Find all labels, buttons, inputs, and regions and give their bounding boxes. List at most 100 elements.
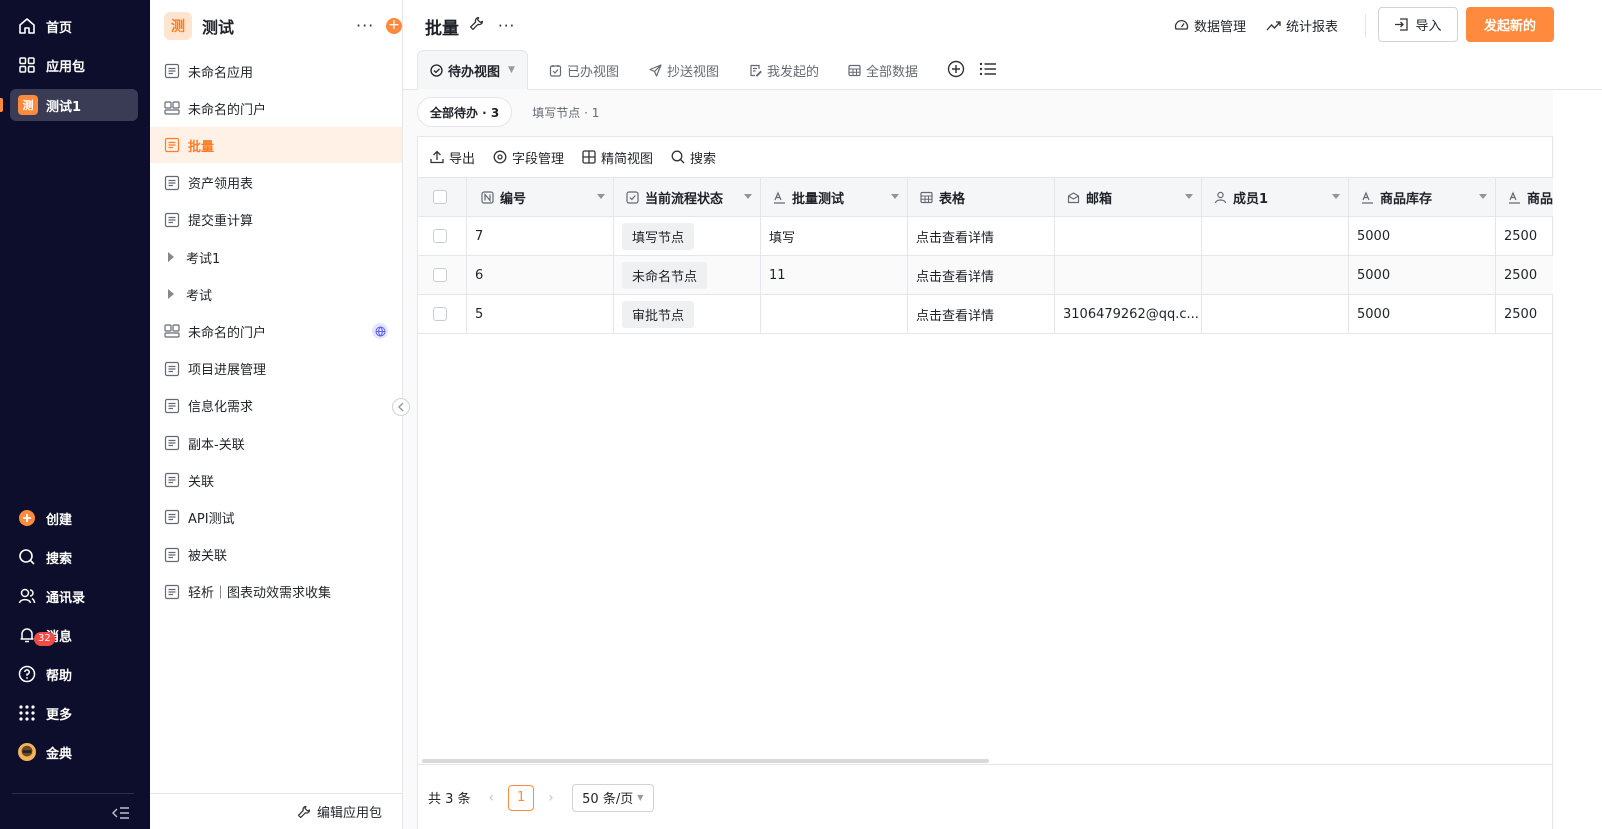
- table-cell-id[interactable]: 7: [467, 217, 614, 255]
- table-cell-goods[interactable]: 2500: [1496, 295, 1554, 333]
- sidebar-item[interactable]: API测试: [150, 499, 402, 535]
- sidebar-item[interactable]: 未命名的门户: [150, 90, 402, 126]
- table-cell-status[interactable]: 未命名节点: [614, 256, 761, 294]
- table-cell-email[interactable]: [1055, 256, 1202, 294]
- select-all-checkbox[interactable]: [418, 178, 467, 216]
- table-cell-table[interactable]: 点击查看详情: [908, 256, 1055, 294]
- sidebar-item[interactable]: 资产领用表: [150, 165, 402, 201]
- table-cell-batch[interactable]: 11: [761, 256, 908, 294]
- table-cell-id[interactable]: 5: [467, 295, 614, 333]
- nav-create[interactable]: 创建: [10, 502, 138, 534]
- export-button[interactable]: 导出: [430, 148, 475, 167]
- sidebar-item[interactable]: 考试1: [150, 239, 402, 275]
- chevron-left-icon[interactable]: ‹: [489, 790, 495, 806]
- table-cell-member[interactable]: [1202, 217, 1349, 255]
- col-header-email[interactable]: 邮箱: [1055, 178, 1202, 216]
- sidebar-item[interactable]: 提交重计算: [150, 202, 402, 238]
- tab-done-view[interactable]: 已办视图: [549, 50, 619, 90]
- launch-new-button[interactable]: 发起新的: [1466, 7, 1554, 42]
- nav-search[interactable]: 搜索: [10, 541, 138, 573]
- nav-help[interactable]: 帮助: [10, 658, 138, 690]
- table-cell-email[interactable]: [1055, 217, 1202, 255]
- tab-all-data[interactable]: 全部数据: [848, 50, 918, 90]
- tab-cc-view[interactable]: 抄送视图: [649, 50, 719, 90]
- page-size-select[interactable]: 50 条/页 ▼: [571, 783, 654, 812]
- table-row[interactable]: 7 填写节点 填写 点击查看详情 5000 2500: [418, 217, 1554, 256]
- page-current[interactable]: 1: [508, 784, 535, 811]
- table-cell-table[interactable]: 点击查看详情: [908, 217, 1055, 255]
- edit-app-package-button[interactable]: 编辑应用包: [150, 793, 402, 829]
- add-icon[interactable]: +: [386, 18, 402, 34]
- table-cell-batch[interactable]: 填写: [761, 217, 908, 255]
- col-header-number[interactable]: 编号: [467, 178, 614, 216]
- sidebar-item[interactable]: 未命名应用: [150, 53, 402, 89]
- table-row[interactable]: 6 未命名节点 11 点击查看详情 5000 2500: [418, 256, 1554, 295]
- row-checkbox[interactable]: [418, 217, 467, 255]
- more-icon[interactable]: ···: [498, 17, 515, 35]
- sidebar-item[interactable]: 考试: [150, 276, 402, 312]
- caret-right-icon[interactable]: [168, 252, 174, 262]
- table-toolbar: 导出 字段管理 精简视图 搜索: [418, 137, 1554, 177]
- stats-report-link[interactable]: 统计报表: [1266, 16, 1338, 35]
- sidebar-item[interactable]: 未命名的门户: [150, 313, 402, 349]
- nav-messages[interactable]: 消息: [10, 619, 138, 651]
- table-cell-member[interactable]: [1202, 295, 1349, 333]
- import-button[interactable]: 导入: [1378, 7, 1458, 42]
- collapse-nav-icon[interactable]: [112, 806, 130, 820]
- nav-app-package[interactable]: 应用包: [10, 49, 138, 81]
- chevron-right-icon[interactable]: ›: [548, 790, 554, 806]
- more-icon[interactable]: ···: [356, 16, 374, 35]
- table-cell-goods[interactable]: 2500: [1496, 256, 1554, 294]
- tab-my-launched[interactable]: 我发起的: [749, 50, 819, 90]
- table-cell-stock[interactable]: 5000: [1349, 217, 1496, 255]
- view-list-icon[interactable]: [979, 60, 997, 78]
- table-cell-stock[interactable]: 5000: [1349, 256, 1496, 294]
- sidebar-item[interactable]: 项目进展管理: [150, 351, 402, 387]
- col-header-goods[interactable]: 商品: [1496, 178, 1554, 216]
- col-header-table[interactable]: 表格: [908, 178, 1055, 216]
- chevron-down-icon[interactable]: ▼: [508, 65, 515, 75]
- nav-user[interactable]: 金典: [10, 736, 138, 768]
- sidebar-item[interactable]: 副本-关联: [150, 425, 402, 461]
- table-cell-id[interactable]: 6: [467, 256, 614, 294]
- table-cell-table[interactable]: 点击查看详情: [908, 295, 1055, 333]
- nav-contacts[interactable]: 通讯录: [10, 580, 138, 612]
- filter-all-pending[interactable]: 全部待办 · 3: [417, 97, 513, 127]
- caret-right-icon[interactable]: [168, 289, 174, 300]
- sidebar-item[interactable]: 关联: [150, 462, 402, 498]
- table-row[interactable]: 5 审批节点 点击查看详情 3106479262@qq.c... 5000 2500: [418, 295, 1554, 334]
- app-title: 测试: [202, 18, 235, 37]
- row-checkbox[interactable]: [418, 295, 467, 333]
- add-view-icon[interactable]: [947, 60, 965, 78]
- sidebar-item[interactable]: 批量: [150, 127, 402, 164]
- table-cell-email[interactable]: 3106479262@qq.c...: [1055, 295, 1202, 333]
- col-header-batch[interactable]: 批量测试: [761, 178, 908, 216]
- sidebar-item[interactable]: 被关联: [150, 537, 402, 573]
- nav-home[interactable]: 首页: [10, 10, 138, 42]
- nav-app-test1[interactable]: 测 测试1: [10, 89, 138, 121]
- nav-more[interactable]: 更多: [10, 697, 138, 729]
- search-icon: [18, 548, 36, 566]
- row-checkbox[interactable]: [418, 256, 467, 294]
- col-header-stock[interactable]: 商品库存: [1349, 178, 1496, 216]
- field-manage-button[interactable]: 字段管理: [493, 148, 564, 167]
- data-manage-link[interactable]: 数据管理: [1174, 16, 1246, 35]
- plus-circle-icon: [18, 509, 36, 527]
- table-cell-goods[interactable]: 2500: [1496, 217, 1554, 255]
- col-header-member[interactable]: 成员1: [1202, 178, 1349, 216]
- tab-pending-view[interactable]: 待办视图 ▼: [417, 50, 528, 90]
- table-cell-status[interactable]: 填写节点: [614, 217, 761, 255]
- horizontal-scrollbar[interactable]: [422, 759, 989, 763]
- filter-fill-node[interactable]: 填写节点 · 1: [522, 104, 609, 121]
- sidebar-item[interactable]: 轻析｜图表动效需求收集: [150, 574, 402, 610]
- sidebar-item[interactable]: 信息化需求: [150, 388, 402, 424]
- table-cell-stock[interactable]: 5000: [1349, 295, 1496, 333]
- table-cell-member[interactable]: [1202, 256, 1349, 294]
- col-header-status[interactable]: 当前流程状态: [614, 178, 761, 216]
- wrench-icon[interactable]: [469, 16, 484, 35]
- simple-view-button[interactable]: 精简视图: [582, 148, 653, 167]
- search-button[interactable]: 搜索: [671, 148, 716, 167]
- collapse-sidebar-button[interactable]: [392, 398, 410, 416]
- table-cell-batch[interactable]: [761, 295, 908, 333]
- table-cell-status[interactable]: 审批节点: [614, 295, 761, 333]
